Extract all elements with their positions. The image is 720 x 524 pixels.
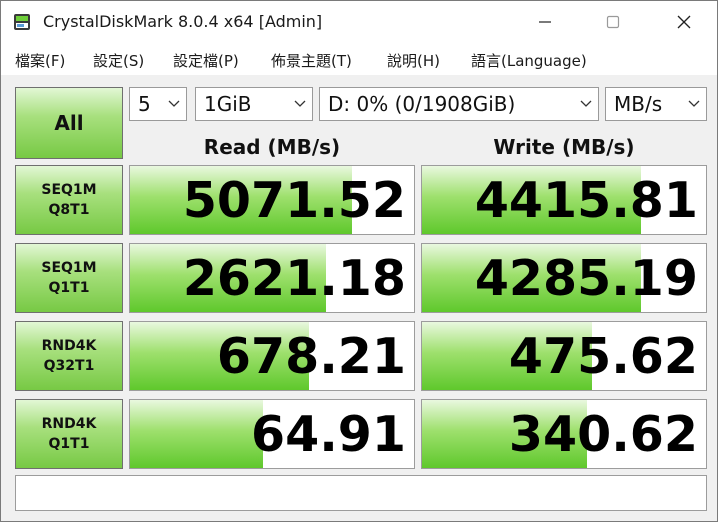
test-queue: Q32T1 (43, 358, 95, 374)
test-name: RND4K (41, 338, 97, 354)
main-panel: All 5 1GiB D: 0% (0/1908GiB) MB/s Read (… (1, 75, 717, 521)
menu-file[interactable]: 檔案(F) (15, 50, 65, 71)
test-queue: Q1T1 (48, 280, 90, 296)
read-result-seq1m-q1t1: 2621.18 (129, 243, 415, 313)
app-window: CrystalDiskMark 8.0.4 x64 [Admin] 檔案(F) … (0, 0, 718, 522)
write-result-rnd4k-q32t1: 475.62 (421, 321, 707, 391)
test-button-seq1m-q1t1[interactable]: SEQ1M Q1T1 (15, 243, 123, 313)
read-value: 64.91 (251, 406, 406, 463)
read-value: 2621.18 (182, 250, 406, 307)
test-button-rnd4k-q1t1[interactable]: RND4K Q1T1 (15, 399, 123, 469)
chevron-down-icon (688, 100, 700, 107)
read-result-rnd4k-q1t1: 64.91 (129, 399, 415, 469)
unit-value: MB/s (614, 92, 663, 116)
crystaldiskmark-app-icon (14, 14, 30, 30)
write-result-rnd4k-q1t1: 340.62 (421, 399, 707, 469)
read-value: 678.21 (216, 328, 406, 385)
test-queue: Q8T1 (48, 202, 90, 218)
write-column-header: Write (MB/s) (493, 135, 635, 159)
maximize-icon (606, 15, 620, 29)
all-button-label: All (54, 111, 84, 135)
chevron-down-icon (294, 100, 306, 107)
menu-theme[interactable]: 佈景主題(T) (271, 50, 352, 71)
write-value: 475.62 (508, 328, 698, 385)
test-name: SEQ1M (41, 182, 97, 198)
close-icon (677, 15, 691, 29)
test-size-select[interactable]: 1GiB (195, 87, 313, 121)
menu-help[interactable]: 說明(H) (387, 50, 440, 71)
test-button-rnd4k-q32t1[interactable]: RND4K Q32T1 (15, 321, 123, 391)
test-count-value: 5 (138, 92, 151, 116)
write-value: 4285.19 (474, 250, 698, 307)
chevron-down-icon (580, 100, 592, 107)
unit-select[interactable]: MB/s (605, 87, 707, 121)
maximize-button[interactable] (585, 1, 641, 43)
test-count-select[interactable]: 5 (129, 87, 187, 121)
menu-profile[interactable]: 設定檔(P) (173, 50, 239, 71)
minimize-icon (539, 21, 551, 23)
write-result-seq1m-q8t1: 4415.81 (421, 165, 707, 235)
menu-bar: 檔案(F) 設定(S) 設定檔(P) 佈景主題(T) 說明(H) 語言(Lang… (1, 43, 717, 75)
read-result-rnd4k-q32t1: 678.21 (129, 321, 415, 391)
minimize-button[interactable] (517, 1, 573, 43)
menu-settings[interactable]: 設定(S) (93, 50, 144, 71)
drive-value: D: 0% (0/1908GiB) (328, 92, 516, 116)
all-button[interactable]: All (15, 87, 123, 159)
read-column-header: Read (MB/s) (203, 135, 341, 159)
menu-language[interactable]: 語言(Language) (471, 50, 587, 71)
write-result-seq1m-q1t1: 4285.19 (421, 243, 707, 313)
close-button[interactable] (656, 1, 712, 43)
read-result-seq1m-q8t1: 5071.52 (129, 165, 415, 235)
title-bar[interactable]: CrystalDiskMark 8.0.4 x64 [Admin] (1, 1, 717, 43)
drive-select[interactable]: D: 0% (0/1908GiB) (319, 87, 599, 121)
test-size-value: 1GiB (204, 92, 252, 116)
write-value: 340.62 (508, 406, 698, 463)
test-name: SEQ1M (41, 260, 97, 276)
window-title: CrystalDiskMark 8.0.4 x64 [Admin] (43, 12, 323, 31)
read-value: 5071.52 (182, 172, 406, 229)
write-value: 4415.81 (474, 172, 698, 229)
comment-input[interactable] (15, 475, 707, 511)
chevron-down-icon (168, 100, 180, 107)
read-progress-bar (130, 400, 264, 468)
test-name: RND4K (41, 416, 97, 432)
test-button-seq1m-q8t1[interactable]: SEQ1M Q8T1 (15, 165, 123, 235)
test-queue: Q1T1 (48, 436, 90, 452)
